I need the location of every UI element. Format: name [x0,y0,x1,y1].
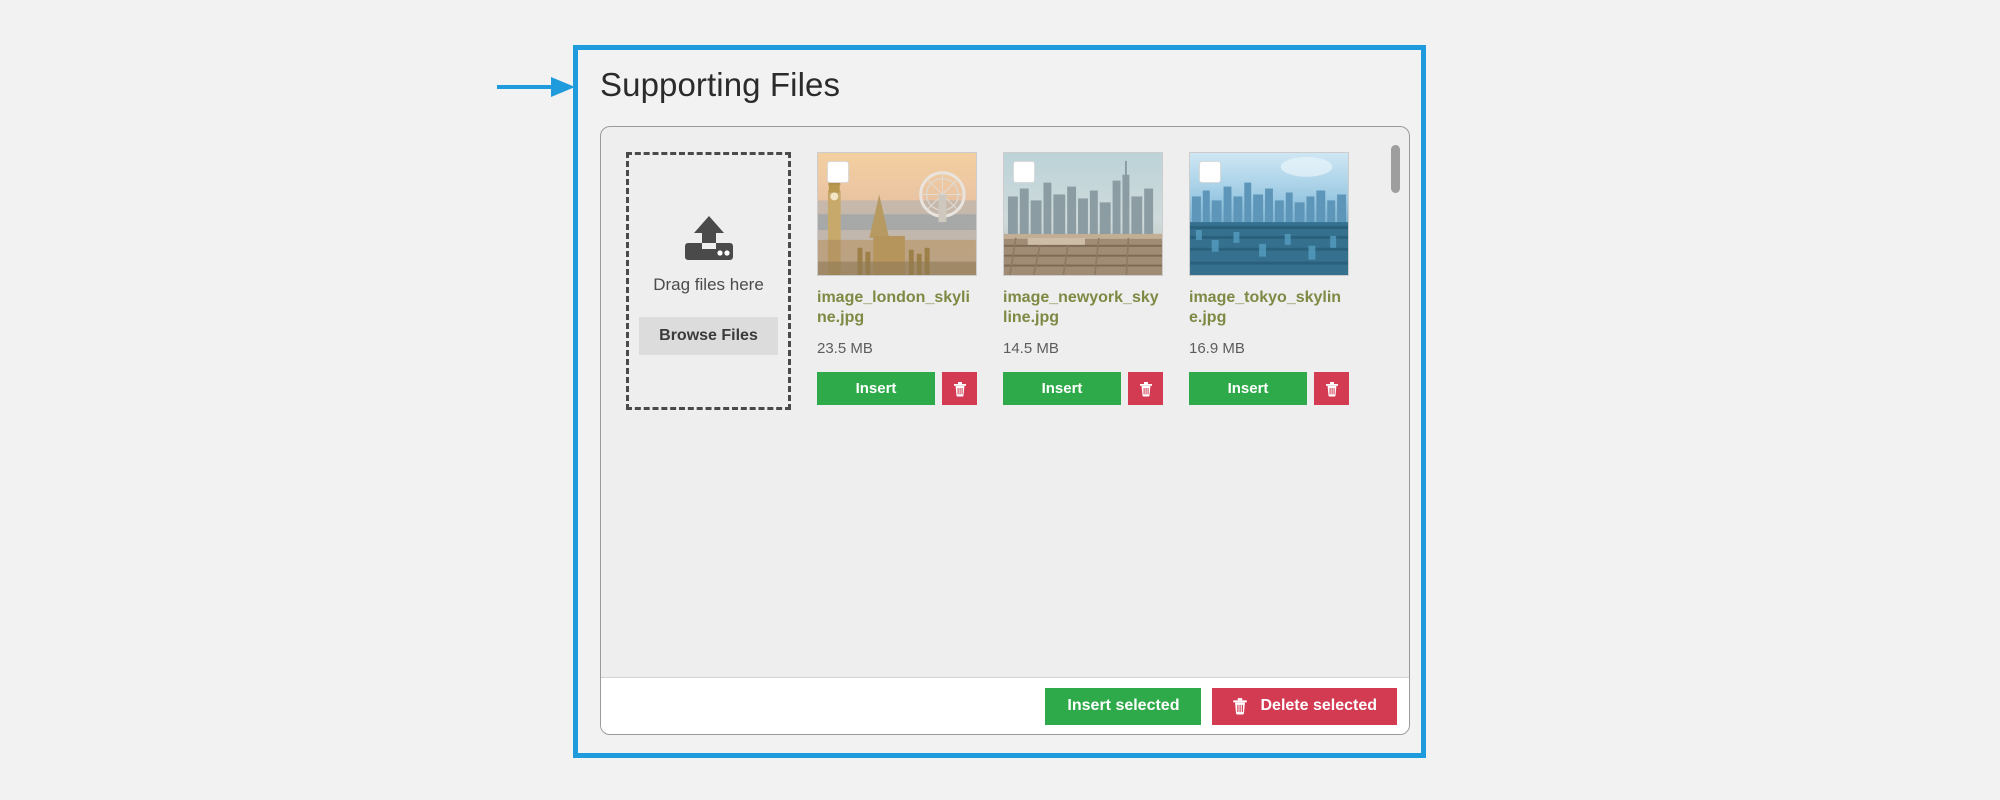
file-select-checkbox[interactable] [1013,161,1035,183]
dropzone-label: Drag files here [653,275,764,294]
file-size: 14.5 MB [1003,340,1059,358]
insert-selected-button[interactable]: Insert selected [1045,687,1202,725]
file-name: image_tokyo_skyline.jpg [1189,289,1342,326]
delete-button[interactable] [1314,372,1349,406]
file-size: 16.9 MB [1189,340,1245,358]
trash-icon [1233,698,1248,715]
page-title: Supporting Files [600,66,841,103]
trash-icon [953,381,966,397]
upload-icon [684,216,733,260]
file-card-actions: Insert [1189,372,1349,406]
file-thumbnail[interactable] [1189,152,1349,276]
file-name: image_newyork_skyline.jpg [1003,289,1159,326]
screen: Supporting Files Drag files here Browse … [0,0,2000,800]
file-select-checkbox[interactable] [1199,161,1221,183]
delete-selected-button[interactable]: Delete selected [1212,687,1397,725]
annotation-arrow-icon [497,77,575,97]
file-card-actions: Insert [817,372,977,406]
file-name: image_london_skyline.jpg [817,289,970,326]
delete-button[interactable] [1128,372,1163,406]
file-row: Drag files here Browse Files image_londo… [626,152,1409,410]
trash-icon [1325,381,1338,397]
file-size: 23.5 MB [817,340,873,358]
file-thumbnail[interactable] [1003,152,1163,276]
scrollbar-thumb[interactable] [1391,145,1400,193]
bulk-action-bar: Insert selected Delete selected [601,677,1409,734]
delete-selected-label: Delete selected [1260,697,1377,714]
file-card: image_london_skyline.jpg 23.5 MB Insert [817,152,977,406]
file-dropzone[interactable]: Drag files here Browse Files [626,152,791,410]
file-card: image_newyork_skyline.jpg 14.5 MB Insert [1003,152,1163,406]
browse-files-button[interactable]: Browse Files [639,317,778,355]
supporting-files-panel: Supporting Files Drag files here Browse … [573,45,1426,758]
file-select-checkbox[interactable] [827,161,849,183]
file-thumbnail[interactable] [817,152,977,276]
trash-icon [1139,381,1152,397]
file-manager-card: Drag files here Browse Files image_londo… [600,126,1410,735]
file-list-scroll-area[interactable]: Drag files here Browse Files image_londo… [601,127,1409,677]
delete-button[interactable] [942,372,977,406]
insert-button[interactable]: Insert [1189,372,1307,406]
insert-button[interactable]: Insert [817,372,935,406]
file-card-actions: Insert [1003,372,1163,406]
file-card: image_tokyo_skyline.jpg 16.9 MB Insert [1189,152,1349,406]
vertical-scrollbar[interactable] [1391,145,1400,677]
insert-button[interactable]: Insert [1003,372,1121,406]
